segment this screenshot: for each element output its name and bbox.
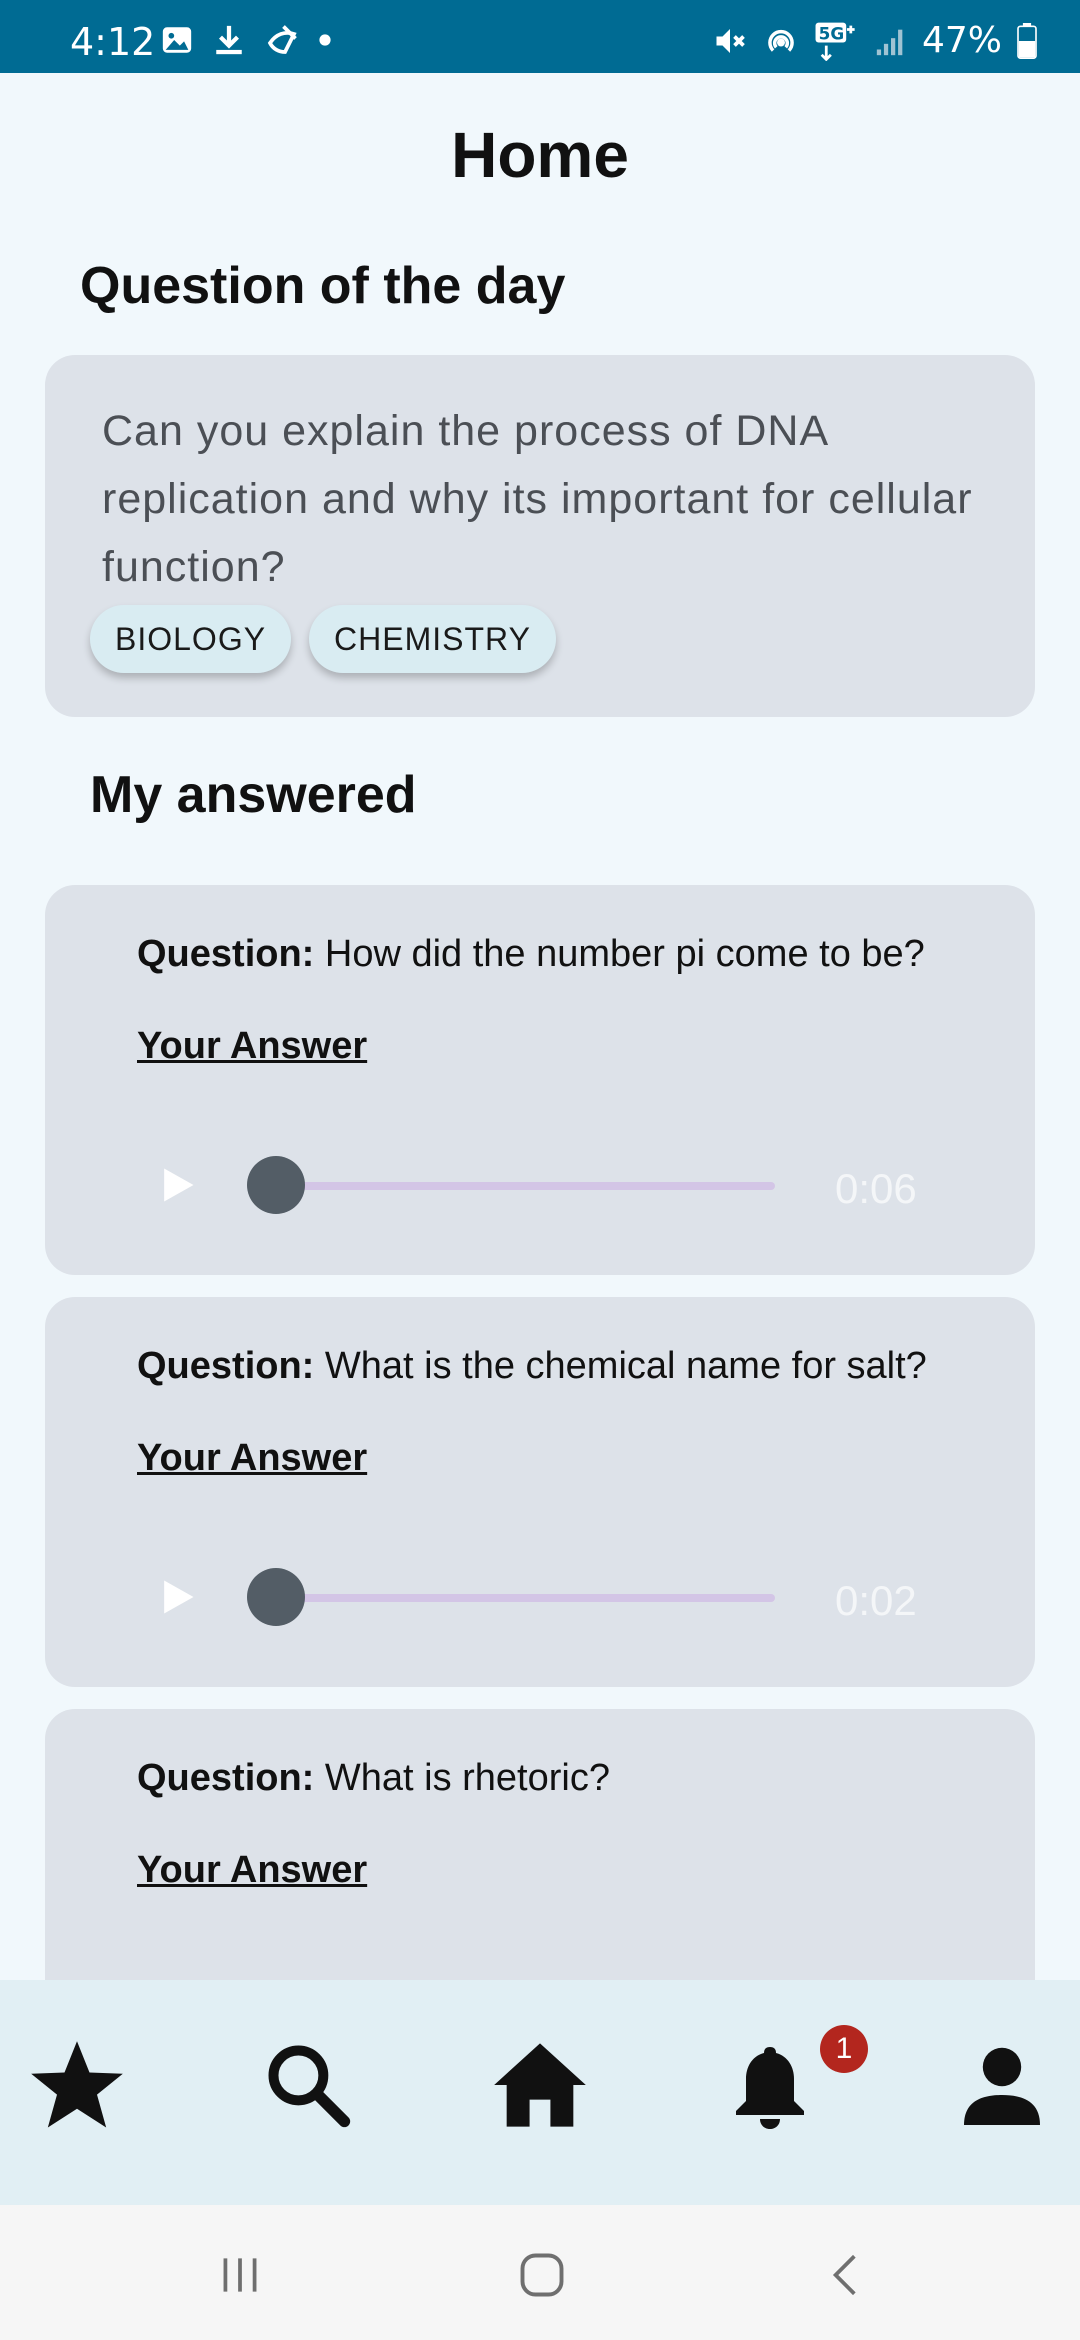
question-prefix: Question: xyxy=(137,1757,315,1799)
status-time: 4:12 xyxy=(70,20,156,64)
bottom-navigation xyxy=(0,1980,1080,2205)
audio-duration: 0:06 xyxy=(835,1165,917,1212)
tag-list: BIOLOGY CHEMISTRY xyxy=(90,605,556,673)
home-button-icon xyxy=(520,2253,564,2297)
question-line: Question: How did the number pi come to … xyxy=(137,933,925,976)
answered-card[interactable]: Question: What is rhetoric? Your Answer xyxy=(45,1709,1035,1989)
page-title: Home xyxy=(451,119,629,191)
question-line: Question: What is the chemical name for … xyxy=(137,1345,927,1388)
signal-icon xyxy=(876,29,903,55)
status-notification-icons xyxy=(160,22,332,58)
system-home-button[interactable] xyxy=(502,2240,582,2310)
question-text: How did the number pi come to be? xyxy=(324,933,925,975)
my-answered-heading: My answered xyxy=(90,766,417,824)
tag-chip-chemistry[interactable]: CHEMISTRY xyxy=(309,605,556,673)
status-system-icons: 5G 47% xyxy=(712,20,1038,61)
question-of-day-heading: Question of the day xyxy=(80,257,566,315)
question-line: Question: What is rhetoric? xyxy=(137,1757,610,1800)
recent-apps-button[interactable] xyxy=(200,2240,280,2310)
nav-home[interactable] xyxy=(475,2020,605,2150)
system-back-button[interactable] xyxy=(806,2240,886,2310)
satellite-icon xyxy=(267,25,297,54)
question-text: What is rhetoric? xyxy=(324,1757,610,1799)
question-prefix: Question: xyxy=(137,1345,315,1387)
audio-seek-thumb[interactable] xyxy=(247,1156,305,1214)
notification-badge: 1 xyxy=(820,2025,868,2073)
answered-card[interactable]: Question: What is the chemical name for … xyxy=(45,1297,1035,1687)
tag-chip-biology[interactable]: BIOLOGY xyxy=(90,605,292,673)
answered-card[interactable]: Question: How did the number pi come to … xyxy=(45,885,1035,1275)
bell-icon xyxy=(736,2047,804,2129)
your-answer-label: Your Answer xyxy=(137,1849,368,1891)
home-icon xyxy=(494,2043,586,2127)
question-of-day-text: Can you explain the process of DNA repli… xyxy=(102,407,973,591)
battery-level: 47% xyxy=(921,20,1002,61)
question-of-day-card[interactable]: Can you explain the process of DNA repli… xyxy=(45,355,1035,717)
svg-text:5G: 5G xyxy=(819,23,845,43)
battery-icon xyxy=(1017,22,1037,59)
nav-favorites[interactable] xyxy=(12,2020,142,2150)
download-icon xyxy=(216,25,242,55)
recent-apps-icon xyxy=(223,2258,257,2292)
question-prefix: Question: xyxy=(137,933,315,975)
audio-player: 0:06 xyxy=(155,1155,975,1215)
question-text: What is the chemical name for salt? xyxy=(324,1345,927,1387)
nav-profile[interactable] xyxy=(937,2020,1067,2150)
mute-icon xyxy=(716,28,745,53)
system-navigation-bar xyxy=(0,2205,1080,2340)
audio-player: 0:02 xyxy=(155,1567,975,1627)
your-answer-label: Your Answer xyxy=(137,1437,368,1479)
audio-duration: 0:02 xyxy=(835,1577,917,1624)
gallery-icon xyxy=(162,27,192,53)
nav-notifications[interactable] xyxy=(705,2020,835,2150)
dot-icon xyxy=(319,34,331,46)
hotspot-icon xyxy=(768,29,794,52)
play-icon[interactable] xyxy=(155,1163,199,1207)
search-icon xyxy=(268,2045,351,2128)
5g-icon: 5G xyxy=(815,22,855,61)
audio-seek-thumb[interactable] xyxy=(247,1568,305,1626)
status-bar: 4:12 5G 47% xyxy=(0,0,1080,73)
person-icon xyxy=(964,2047,1040,2125)
audio-progress-track[interactable] xyxy=(255,1594,775,1602)
back-icon xyxy=(832,2254,856,2296)
audio-progress-track[interactable] xyxy=(255,1182,775,1190)
star-icon xyxy=(31,2041,123,2128)
your-answer-label: Your Answer xyxy=(137,1025,368,1067)
nav-search[interactable] xyxy=(243,2020,373,2150)
play-icon[interactable] xyxy=(155,1575,199,1619)
